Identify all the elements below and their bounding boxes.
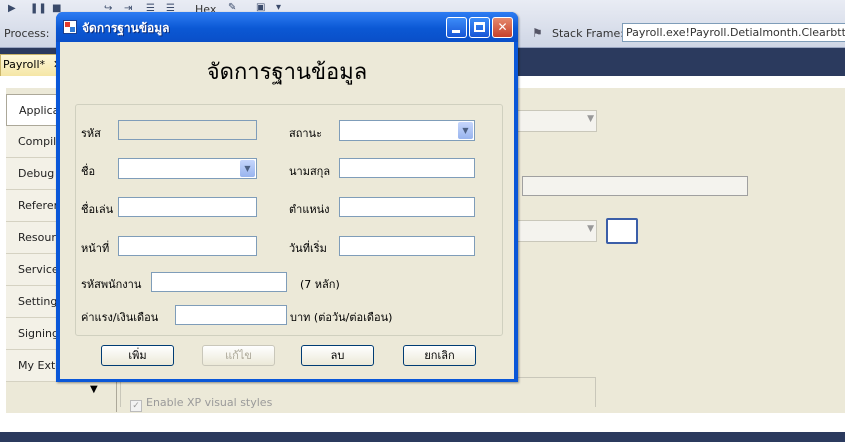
- status-combo[interactable]: ▼: [339, 120, 475, 141]
- dialog-titlebar[interactable]: จัดการฐานข้อมูล ✕: [56, 12, 518, 42]
- play-icon[interactable]: ▶: [8, 3, 16, 14]
- stack-frame-icon: ⚑: [532, 26, 543, 40]
- status-label: สถานะ: [289, 127, 322, 140]
- employee-id-field[interactable]: [151, 272, 287, 292]
- name-label: ชื่อ: [81, 165, 96, 178]
- employee-id-label: รหัสพนักงาน: [81, 278, 142, 291]
- close-button[interactable]: ✕: [492, 17, 513, 38]
- chevron-down-icon[interactable]: ▼: [240, 160, 255, 177]
- nickname-field[interactable]: [118, 197, 257, 217]
- enable-xp-styles-checkbox[interactable]: ✓ Enable XP visual styles: [130, 396, 272, 412]
- stack-frame-label: Stack Frame:: [552, 27, 624, 40]
- position-field[interactable]: [339, 197, 475, 217]
- name-combo[interactable]: ▼: [118, 158, 257, 179]
- pause-icon[interactable]: ❚❚: [30, 3, 47, 14]
- minimize-icon: [452, 30, 460, 33]
- app-icon[interactable]: [63, 20, 77, 34]
- code-label: รหัส: [81, 127, 101, 140]
- position-label: ตำแหน่ง: [289, 203, 330, 216]
- add-button[interactable]: เพิ่ม: [101, 345, 174, 366]
- delete-button[interactable]: ลบ: [301, 345, 374, 366]
- surname-label: นามสกุล: [289, 165, 331, 178]
- nickname-label: ชื่อเล่น: [81, 203, 114, 216]
- wage-field[interactable]: [175, 305, 287, 325]
- edit-button[interactable]: แก้ไข: [202, 345, 275, 366]
- manage-database-dialog: จัดการฐานข้อมูล ✕ จัดการฐานข้อมูล รหัส ส…: [56, 12, 518, 382]
- close-icon: ✕: [497, 20, 508, 34]
- surname-field[interactable]: [339, 158, 475, 178]
- overflow-arrow-icon[interactable]: ▼: [90, 384, 98, 395]
- maximize-button[interactable]: [469, 17, 490, 38]
- chevron-down-icon[interactable]: ▼: [458, 122, 473, 139]
- employee-id-hint: (7 หลัก): [300, 278, 340, 291]
- minimize-button[interactable]: [446, 17, 467, 38]
- wage-label: ค่าแรง/เงินเดือน: [81, 311, 159, 324]
- document-tab-label: Payroll*: [3, 58, 46, 71]
- page-title: จัดการฐานข้อมูล: [206, 60, 368, 85]
- process-label: Process:: [4, 27, 50, 40]
- background-textbox[interactable]: [522, 176, 748, 196]
- cancel-button[interactable]: ยกเลิก: [403, 345, 476, 366]
- duty-label: หน้าที่: [81, 242, 110, 255]
- status-strip: [0, 432, 845, 442]
- code-field[interactable]: [118, 120, 257, 140]
- maximize-icon: [474, 22, 485, 32]
- start-date-field[interactable]: [339, 236, 475, 256]
- enable-xp-styles-label: Enable XP visual styles: [146, 396, 273, 409]
- start-date-label: วันที่เริ่ม: [289, 242, 327, 255]
- dialog-title: จัดการฐานข้อมูล: [82, 21, 170, 35]
- checkbox-check-icon: ✓: [130, 400, 142, 412]
- stack-frame-combo[interactable]: Payroll.exe!Payroll.Detialmonth.Clearbtt…: [622, 23, 845, 42]
- icon-preview-button[interactable]: [606, 218, 638, 244]
- dialog-client: จัดการฐานข้อมูล รหัส สถานะ ▼ ชื่อ ▼ นามส…: [60, 42, 514, 379]
- duty-field[interactable]: [118, 236, 257, 256]
- wage-unit-label: บาท (ต่อวัน/ต่อเดือน): [290, 311, 393, 324]
